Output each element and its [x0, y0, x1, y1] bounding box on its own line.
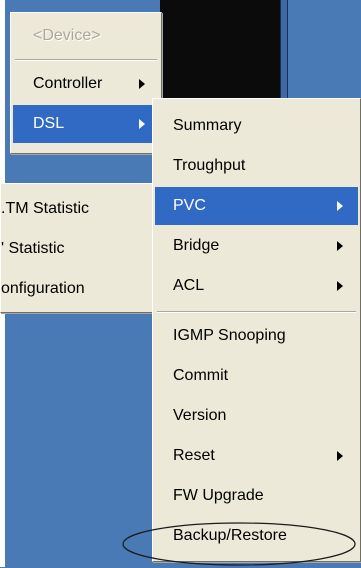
- menu-item-label: Bridge: [173, 237, 220, 254]
- dsl-submenu: Summary Troughput PVC Bridge ACL IGMP Sn…: [152, 98, 361, 562]
- menu-item-label: onfiguration: [1, 280, 85, 297]
- submenu-arrow-icon: [337, 451, 343, 461]
- menu-item-throughput[interactable]: Troughput: [153, 147, 360, 185]
- menu-item-reset[interactable]: Reset: [153, 437, 360, 475]
- menu-item-label: .TM Statistic: [1, 200, 90, 217]
- menu-item-atm-statistic[interactable]: .TM Statistic: [1, 190, 159, 228]
- menu-item-configuration[interactable]: onfiguration: [1, 270, 159, 308]
- menu-item-bridge[interactable]: Bridge: [153, 227, 360, 265]
- menu-item-dsl[interactable]: DSL: [13, 105, 159, 143]
- menu-item-label: Summary: [173, 117, 242, 134]
- menu-item-acl[interactable]: ACL: [153, 267, 360, 305]
- menu-item-controller[interactable]: Controller: [11, 65, 161, 103]
- menu-item-label: ' Statistic: [1, 240, 65, 257]
- menu-item-label: Version: [173, 407, 227, 424]
- submenu-arrow-icon: [337, 241, 343, 251]
- menu-item-summary[interactable]: Summary: [153, 107, 360, 145]
- menu-item-label: Commit: [173, 367, 229, 384]
- menu-item-label: FW Upgrade: [173, 487, 264, 504]
- menu-item-label: IGMP Snooping: [173, 327, 286, 344]
- main-context-menu: <Device> Controller DSL: [10, 12, 162, 154]
- submenu-arrow-icon: [139, 79, 145, 89]
- menu-item-label: Backup/Restore: [173, 527, 287, 544]
- dark-window-region: [160, 0, 280, 100]
- menu-item-igmp-snooping[interactable]: IGMP Snooping: [153, 317, 360, 355]
- menu-item-label: DSL: [33, 115, 65, 132]
- submenu-arrow-icon: [337, 281, 343, 291]
- menu-item-statistic[interactable]: ' Statistic: [1, 230, 159, 268]
- menu-item-label: Troughput: [173, 157, 246, 174]
- window-divider: [280, 0, 288, 100]
- submenu-arrow-icon: [139, 119, 145, 129]
- menu-separator: [157, 311, 356, 313]
- menu-item-version[interactable]: Version: [153, 397, 360, 435]
- menu-separator: [15, 59, 157, 61]
- menu-item-fw-upgrade[interactable]: FW Upgrade: [153, 477, 360, 515]
- menu-item-label: PVC: [173, 197, 206, 214]
- submenu-arrow-icon: [337, 201, 343, 211]
- menu-item-pvc[interactable]: PVC: [155, 187, 358, 225]
- side-context-menu: .TM Statistic ' Statistic onfiguration: [0, 183, 160, 313]
- menu-item-commit[interactable]: Commit: [153, 357, 360, 395]
- menu-item-label: Reset: [173, 447, 215, 464]
- menu-item-label: <Device>: [33, 27, 101, 44]
- menu-item-device: <Device>: [11, 17, 161, 55]
- menu-item-label: ACL: [173, 277, 205, 294]
- menu-item-backup-restore[interactable]: Backup/Restore: [153, 517, 360, 555]
- menu-item-label: Controller: [33, 75, 103, 92]
